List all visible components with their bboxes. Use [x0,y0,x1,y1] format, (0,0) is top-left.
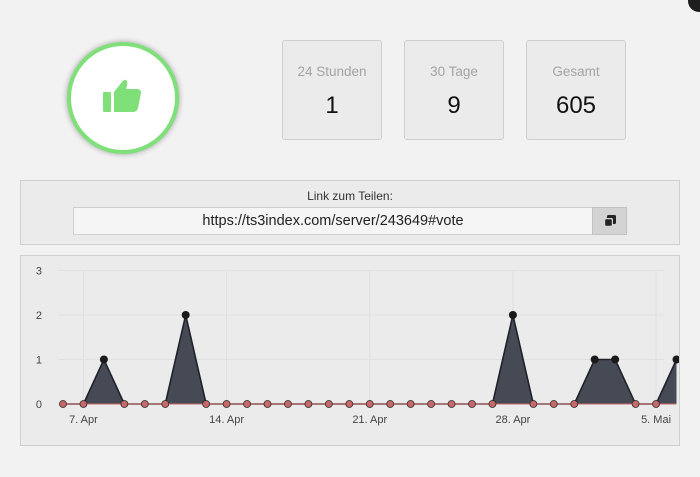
share-panel: Link zum Teilen: [20,180,680,245]
x-tick-label: 14. Apr [209,414,244,426]
stat-30d-value: 9 [447,92,461,119]
share-url-input[interactable] [73,207,593,235]
data-point [59,400,67,408]
data-point [386,400,395,408]
y-tick-label: 3 [36,266,42,278]
data-point [284,400,292,408]
x-tick-label: 7. Apr [69,414,98,426]
data-point [590,355,599,364]
votes-chart: 0 1 2 3 7. Apr 14. Apr 21. Apr 28. Apr 5. Mai [20,255,680,446]
x-tick-label: 5. Mai [641,414,671,426]
data-point [365,400,374,408]
stat-30d: 30 Tage 9 [404,40,504,140]
data-point [202,400,211,408]
stat-30d-label: 30 Tage [430,64,478,79]
x-tick-label: 28. Apr [495,414,530,426]
data-point [304,400,313,408]
data-point [549,400,558,408]
stat-total-value: 605 [555,92,597,119]
data-point [529,400,538,408]
data-point [140,400,149,408]
copy-icon [603,215,616,227]
data-point [120,400,129,408]
close-button[interactable] [688,0,700,12]
votes-chart-svg: 0 1 2 3 7. Apr 14. Apr 21. Apr 28. Apr 5. Mai [36,266,679,426]
data-point [631,400,640,408]
copy-button[interactable] [592,207,627,235]
y-tick-label: 0 [36,399,42,411]
data-point [611,355,620,364]
data-point [243,400,251,408]
data-point [447,400,456,408]
data-point [161,400,170,408]
data-point [652,400,660,408]
data-point [345,400,354,408]
y-tick-label: 2 [36,310,42,322]
stat-total: Gesamt 605 [526,40,626,140]
vote-thumb-badge[interactable] [67,42,179,154]
stat-24h-value: 1 [325,92,339,119]
stat-24h: 24 Stunden 1 [282,40,382,140]
data-point [488,400,497,408]
data-point [79,400,88,408]
data-point [222,400,231,408]
data-point [324,400,333,408]
data-point [672,355,679,364]
data-point [570,400,579,408]
data-point [508,311,517,319]
data-point [468,400,476,408]
stat-total-label: Gesamt [552,64,600,79]
data-point [427,400,436,408]
y-tick-label: 1 [36,355,42,367]
x-tick-label: 21. Apr [352,414,387,426]
stat-24h-label: 24 Stunden [297,64,367,79]
data-point [406,400,415,408]
data-point [263,400,272,408]
share-label: Link zum Teilen: [307,189,393,203]
data-point [181,311,190,319]
thumbs-up-icon [103,79,141,112]
data-point [99,355,108,364]
